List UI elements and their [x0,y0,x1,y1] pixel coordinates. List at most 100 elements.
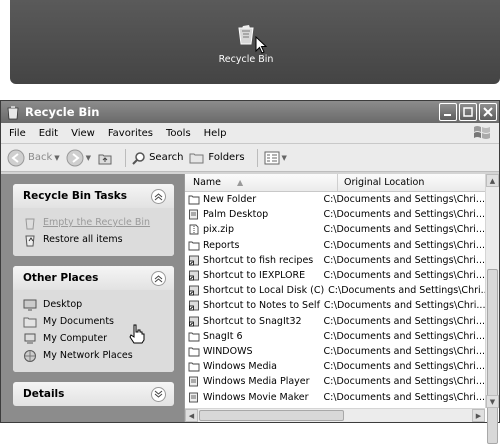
restore-all-items-link[interactable]: Restore all items [23,231,164,248]
back-button[interactable]: Back ▼ [7,149,60,167]
file-row[interactable]: Shortcut to fish recipes C:\Documents and… [185,253,485,268]
scroll-down-button[interactable]: ▼ [486,395,499,408]
name-column-header[interactable]: Name ▲ [185,174,338,191]
folders-button[interactable]: Folders [189,151,245,165]
folder-icon [188,362,200,372]
file-name: Shortcut to IEXPLORE [203,270,306,282]
file-row[interactable]: pix.zip C:\Documents and Settings\Chri... [185,222,485,237]
file-row[interactable]: New Folder C:\Documents and Settings\Chri… [185,192,485,207]
file-name: Reports [203,239,240,251]
toolbar-separator [125,148,127,167]
expand-chevron-icon[interactable] [151,386,166,402]
shortcut-icon [189,270,199,281]
forward-button[interactable]: ▼ [66,149,91,167]
recycle-bin-desktop-icon[interactable]: Recycle Bin [216,22,276,65]
file-row[interactable]: Shortcut to Local Disk (C) C:\Documents a… [185,283,485,298]
toolbar-separator [256,148,258,167]
desktop-icon [23,299,37,310]
horizontal-scrollbar[interactable]: ◀ ▶ [185,408,485,422]
file-name-cell: Shortcut to SnagIt32 [185,316,319,327]
folder-icon [188,347,200,357]
maximize-button[interactable] [459,103,477,121]
recycle-bin-icon [7,106,19,120]
panel-title: Recycle Bin Tasks [23,190,127,202]
file-name-cell: Shortcut to fish recipes [185,255,319,266]
minimize-button[interactable] [439,103,457,121]
views-button[interactable]: ▼ [264,151,287,165]
file-row[interactable]: Windows Media Player C:\Documents and Set… [185,374,485,389]
file-row[interactable]: Reports C:\Documents and Settings\Chri... [185,238,485,253]
file-name: Palm Desktop [203,209,269,221]
network-icon [24,349,36,362]
empty-recycle-bin-link[interactable]: Empty the Recycle Bin [23,214,164,231]
place-label: My Network Places [43,350,133,361]
up-folder-button[interactable] [97,150,113,166]
file-row[interactable]: Windows Movie Maker C:\Documents and Sett… [185,389,485,404]
file-name-cell: Palm Desktop [185,209,319,220]
shortcut-icon [189,255,199,266]
file-row[interactable]: Shortcut to Notes to Self C:\Documents an… [185,298,485,313]
file-row[interactable]: Windows Media C:\Documents and Settings\C… [185,359,485,374]
search-button[interactable]: Search [132,151,183,165]
desktop-area: Recycle Bin [10,0,500,84]
file-name-cell: Windows Movie Maker [185,392,319,403]
original-location-column-header[interactable]: Original Location [338,174,499,191]
menu-edit[interactable]: Edit [39,128,58,139]
scroll-right-button[interactable]: ▶ [472,409,485,422]
menu-view[interactable]: View [71,128,95,139]
original-location-cell: C:\Documents and Settings\Chri... [323,345,485,357]
task-label: Restore all items [43,234,123,245]
file-row[interactable]: Shortcut to SnagIt32 C:\Documents and Set… [185,314,485,329]
file-name: New Folder [203,194,257,206]
places-list: Desktop My Documents My Computer My Netw… [13,290,174,372]
file-name-cell: Reports [185,240,319,251]
file-row[interactable]: Palm Desktop C:\Documents and Settings\Ch… [185,207,485,222]
details-panel: Details [13,382,174,406]
main-content: Recycle Bin Tasks Empty the Recycle Bin … [1,174,499,444]
file-row[interactable]: SnagIt 6 C:\Documents and Settings\Chri..… [185,329,485,344]
original-location-cell: C:\Documents and Settings\Chri... [323,391,485,403]
desktop-link[interactable]: Desktop [23,296,164,313]
my-network-places-link[interactable]: My Network Places [23,347,164,364]
folder-icon [188,332,200,342]
chevron-down-icon[interactable]: ▼ [54,154,59,162]
window-title: Recycle Bin [25,105,100,119]
file-name: Shortcut to SnagIt32 [203,315,302,327]
recycle-bin-tasks-header[interactable]: Recycle Bin Tasks [13,184,174,208]
file-name-cell: SnagIt 6 [185,331,319,342]
close-button[interactable] [479,103,497,121]
windows-logo-icon [474,126,490,139]
original-location-cell: C:\Documents and Settings\Chri... [328,285,485,297]
menu-tools[interactable]: Tools [166,128,191,139]
menu-bar: File Edit View Favorites Tools Help [1,123,499,144]
app-icon [189,376,198,387]
title-bar[interactable]: Recycle Bin [1,101,499,123]
other-places-header[interactable]: Other Places [13,266,174,290]
zip-icon [189,225,199,235]
file-name-cell: Shortcut to Local Disk (C) [185,285,324,296]
up-folder-icon [98,154,112,164]
menu-favorites[interactable]: Favorites [108,128,153,139]
scroll-left-button[interactable]: ◀ [185,409,198,422]
scroll-up-button[interactable]: ▲ [486,174,499,187]
collapse-chevron-icon[interactable] [151,270,166,286]
vertical-scroll-thumb[interactable] [487,269,498,444]
menu-file[interactable]: File [9,128,26,139]
recycle-bin-icon [25,218,35,229]
folders-icon [189,153,204,163]
horizontal-scroll-thumb[interactable] [199,410,344,421]
file-name: Shortcut to fish recipes [203,254,314,266]
file-name-cell: WINDOWS [185,346,319,357]
chevron-down-icon[interactable]: ▼ [86,154,91,162]
file-row[interactable]: Shortcut to IEXPLORE C:\Documents and Set… [185,268,485,283]
task-pane: Recycle Bin Tasks Empty the Recycle Bin … [1,174,184,422]
collapse-chevron-icon[interactable] [151,188,166,204]
hand-pointer-icon [129,324,145,344]
vertical-scrollbar[interactable]: ▲ ▼ [485,174,499,444]
file-row[interactable]: WINDOWS C:\Documents and Settings\Chri... [185,344,485,359]
original-location-cell: C:\Documents and Settings\Chri... [323,376,485,388]
details-header[interactable]: Details [13,382,174,406]
back-label: Back [28,152,53,163]
file-name: Windows Media [203,361,277,373]
menu-help[interactable]: Help [204,128,227,139]
